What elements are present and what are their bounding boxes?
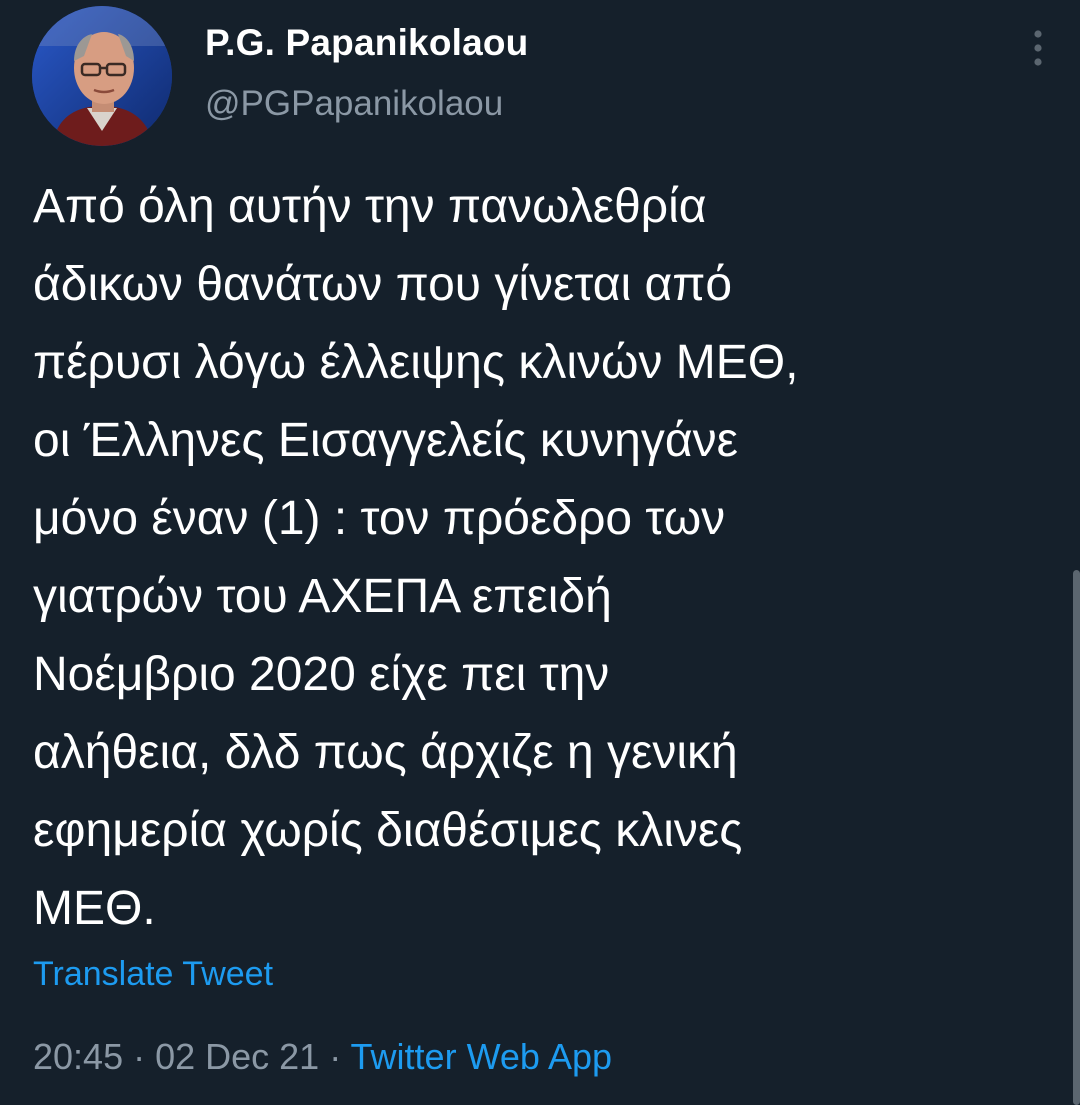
author-handle[interactable]: @PGPapanikolaou bbox=[205, 84, 503, 124]
avatar-photo-icon bbox=[32, 6, 172, 146]
tweet-meta: 20:45 · 02 Dec 21 · Twitter Web App bbox=[33, 1036, 612, 1078]
tweet-source-link[interactable]: Twitter Web App bbox=[351, 1036, 612, 1077]
more-vertical-icon bbox=[1034, 30, 1042, 66]
scrollbar[interactable] bbox=[1073, 570, 1080, 1105]
author-name[interactable]: P.G. Papanikolaou bbox=[205, 22, 528, 64]
tweet-text: Από όλη αυτήν την πανωλεθρία άδικων θανά… bbox=[33, 180, 799, 935]
translate-tweet-link[interactable]: Translate Tweet bbox=[33, 955, 273, 994]
meta-separator: · bbox=[123, 1036, 156, 1077]
tweet-date[interactable]: 02 Dec 21 bbox=[155, 1036, 319, 1077]
more-options-button[interactable] bbox=[1018, 22, 1058, 74]
tweet-time[interactable]: 20:45 bbox=[33, 1036, 123, 1077]
author-avatar[interactable] bbox=[32, 6, 172, 146]
meta-separator: · bbox=[319, 1036, 351, 1077]
tweet-card: P.G. Papanikolaou @PGPapanikolaou Από όλ… bbox=[0, 0, 1080, 1105]
